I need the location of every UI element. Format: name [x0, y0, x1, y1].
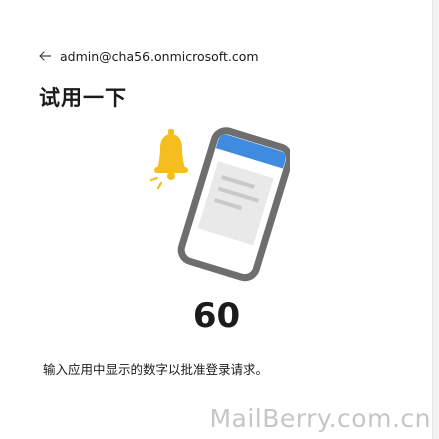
page: admin@cha56.onmicrosoft.com 试用一下 60 输入应用… — [0, 0, 439, 439]
account-email: admin@cha56.onmicrosoft.com — [60, 48, 259, 64]
instruction-text: 输入应用中显示的数字以批准登录请求。 — [43, 362, 269, 377]
page-title: 试用一下 — [39, 86, 127, 110]
sign-in-card: admin@cha56.onmicrosoft.com 试用一下 60 输入应用… — [0, 0, 433, 439]
arrow-left-icon[interactable] — [38, 49, 52, 63]
verification-number: 60 — [192, 296, 241, 336]
watermark: MailBerry.com.cn — [209, 404, 431, 433]
phone-icon — [177, 127, 290, 282]
bell-icon — [149, 129, 188, 190]
authenticator-illustration — [149, 127, 290, 282]
back-to-account-button[interactable]: admin@cha56.onmicrosoft.com — [38, 46, 259, 66]
